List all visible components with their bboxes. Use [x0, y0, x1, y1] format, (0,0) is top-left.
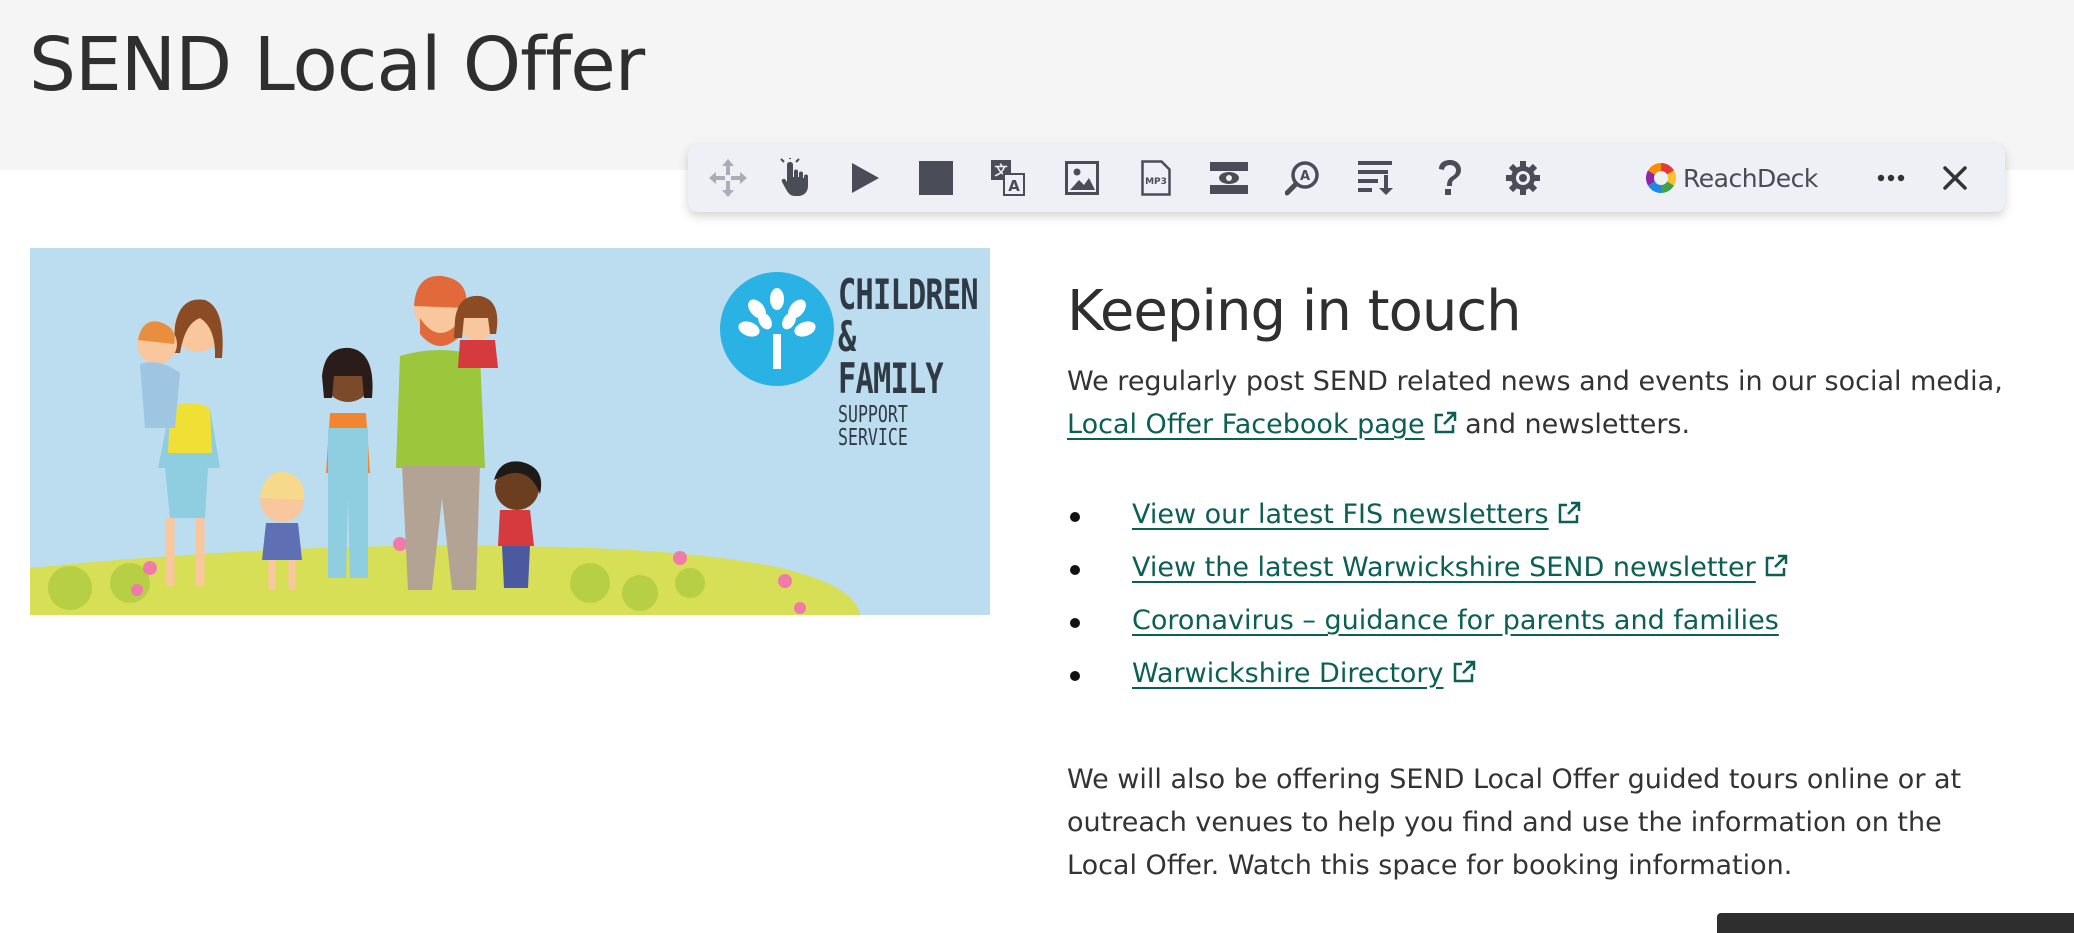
- brand-name: ReachDeck: [1683, 163, 1818, 193]
- facebook-link-label: Local Offer Facebook page: [1067, 409, 1425, 440]
- svg-text:A: A: [1300, 169, 1310, 184]
- child-on-shoulders: [454, 295, 498, 368]
- play-icon[interactable]: [842, 155, 888, 201]
- close-icon[interactable]: [1932, 155, 1978, 201]
- settings-gear-icon[interactable]: [1500, 155, 1546, 201]
- mp3-icon[interactable]: MP3: [1133, 155, 1179, 201]
- pointer-hand-icon[interactable]: [772, 155, 818, 201]
- logo-line2: & FAMILY: [838, 312, 944, 403]
- intro-text-before: We regularly post SEND related news and …: [1067, 366, 2003, 397]
- facebook-page-link[interactable]: Local Offer Facebook page: [1067, 409, 1425, 440]
- fis-newsletters-link[interactable]: View our latest FIS newsletters: [1132, 499, 1549, 530]
- move-icon[interactable]: [705, 155, 751, 201]
- svg-text:A: A: [1008, 177, 1020, 195]
- logo-line3: SUPPORT SERVICE: [838, 402, 908, 451]
- main-content: Keeping in touch We regularly post SEND …: [1067, 268, 2007, 881]
- more-dots-icon[interactable]: [1868, 155, 1914, 201]
- hero-logo-text: CHILDREN & FAMILY SUPPORT SERVICE: [838, 270, 979, 451]
- page-title: SEND Local Offer: [29, 22, 645, 108]
- logo-line1: CHILDREN: [838, 270, 979, 319]
- magnifier-icon[interactable]: A: [1280, 155, 1326, 201]
- list-item: Coronavirus – guidance for parents and f…: [1067, 594, 1788, 647]
- cookie-banner-edge: [1717, 913, 2074, 933]
- reachdeck-brand[interactable]: ReachDeck: [1645, 156, 1818, 200]
- intro-text-after: and newsletters.: [1456, 409, 1691, 440]
- reachdeck-toolbar: 文A MP3 A ReachDeck: [688, 144, 2005, 212]
- girl-tall: [322, 347, 373, 578]
- screen-mask-icon[interactable]: [1206, 155, 1252, 201]
- stop-icon[interactable]: [913, 155, 959, 201]
- reachdeck-logo-icon: [1645, 163, 1677, 193]
- section-heading: Keeping in touch: [1067, 279, 1522, 344]
- intro-paragraph: We regularly post SEND related news and …: [1067, 360, 2007, 446]
- coronavirus-guidance-link[interactable]: Coronavirus – guidance for parents and f…: [1132, 605, 1779, 636]
- help-icon[interactable]: [1427, 155, 1473, 201]
- guided-tours-paragraph: We will also be offering SEND Local Offe…: [1067, 764, 1962, 881]
- warwickshire-directory-link[interactable]: Warwickshire Directory: [1132, 658, 1444, 689]
- logo-tree: [720, 272, 834, 386]
- translate-icon[interactable]: 文A: [985, 155, 1031, 201]
- mp3-label: MP3: [1145, 177, 1167, 187]
- send-newsletter-link[interactable]: View the latest Warwickshire SEND newsle…: [1132, 552, 1756, 583]
- hero-image: CHILDREN & FAMILY SUPPORT SERVICE: [30, 248, 990, 615]
- newsletter-links-list: View our latest FIS newsletters View the…: [1067, 488, 1788, 700]
- external-link-icon: [1558, 501, 1580, 524]
- baby-figure: [137, 321, 180, 428]
- list-item: View the latest Warwickshire SEND newsle…: [1067, 541, 1788, 594]
- list-item: View our latest FIS newsletters: [1067, 488, 1788, 541]
- external-link-icon: [1434, 411, 1456, 434]
- external-link-icon: [1765, 554, 1787, 577]
- external-link-icon: [1453, 660, 1475, 683]
- picture-dictionary-icon[interactable]: [1059, 155, 1105, 201]
- simplifier-icon[interactable]: [1353, 155, 1399, 201]
- list-item: Warwickshire Directory: [1067, 647, 1788, 700]
